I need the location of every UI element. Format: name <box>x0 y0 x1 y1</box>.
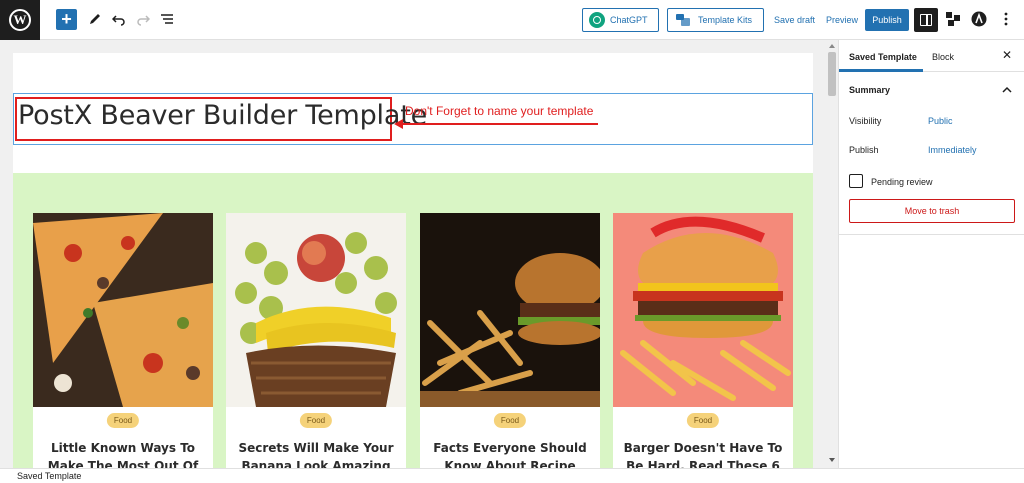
publish-button[interactable]: Publish <box>865 9 909 31</box>
category-badge[interactable]: Food <box>493 413 527 428</box>
scroll-thumb[interactable] <box>828 52 836 96</box>
visibility-value[interactable]: Public <box>928 116 953 126</box>
template-kits-label: Template Kits <box>698 15 753 25</box>
settings-sidebar-button[interactable] <box>914 8 938 32</box>
close-icon[interactable]: ✕ <box>1001 49 1013 61</box>
scroll-down-arrow-icon[interactable] <box>829 458 835 462</box>
blocks-plugin-icon[interactable] <box>944 10 962 28</box>
post-title[interactable]: Barger Doesn't Have To Be Hard. Read The… <box>621 439 785 468</box>
post-grid-section: Food Little Known Ways To Make The Most … <box>13 173 813 468</box>
post-card[interactable]: Food Little Known Ways To Make The Most … <box>33 213 213 468</box>
document-overview-icon[interactable] <box>158 10 176 28</box>
move-to-trash-button[interactable]: Move to trash <box>849 199 1015 223</box>
redo-icon[interactable] <box>134 10 152 28</box>
template-kits-button[interactable]: Template Kits <box>667 8 764 32</box>
pending-review-checkbox[interactable] <box>849 174 863 188</box>
template-kits-icon <box>676 14 690 26</box>
tab-saved-template[interactable]: Saved Template <box>849 52 917 62</box>
editor-toolbar: W + ChatGPT Template Kits Save draft Pre… <box>0 0 1024 40</box>
tab-block[interactable]: Block <box>932 52 954 62</box>
chatgpt-label: ChatGPT <box>610 15 648 25</box>
annotation-text: Don't Forget to name your template <box>405 104 594 118</box>
post-card[interactable]: Food Barger Doesn't Have To Be Hard. Rea… <box>613 213 793 468</box>
canvas-scrollbar[interactable] <box>826 40 838 468</box>
post-title[interactable]: Little Known Ways To Make The Most Out O… <box>41 439 205 468</box>
sidebar-toggle-icon <box>920 14 932 26</box>
pizza-image <box>33 213 213 407</box>
summary-heading[interactable]: Summary <box>849 85 890 95</box>
template-title[interactable]: PostX Beaver Builder Template <box>18 100 427 131</box>
pending-review-label[interactable]: Pending review <box>871 177 933 187</box>
chatgpt-button[interactable]: ChatGPT <box>582 8 659 32</box>
template-page: PostX Beaver Builder Template Don't Forg… <box>13 53 813 468</box>
publish-date-value[interactable]: Immediately <box>928 145 977 155</box>
annotation-arrow <box>402 123 598 125</box>
category-badge[interactable]: Food <box>299 413 333 428</box>
category-badge[interactable]: Food <box>686 413 720 428</box>
post-card[interactable]: Food Facts Everyone Should Know About Re… <box>420 213 600 468</box>
burger-image <box>613 213 793 407</box>
wordpress-logo-button[interactable]: W <box>0 0 40 40</box>
save-draft-button[interactable]: Save draft <box>774 15 815 25</box>
category-badge[interactable]: Food <box>106 413 140 428</box>
tools-pencil-icon[interactable] <box>86 10 104 28</box>
fruit-basket-image <box>226 213 406 407</box>
sidebar-tabs: Saved Template Block ✕ <box>839 40 1024 72</box>
editor-footer: Saved Template <box>0 468 1024 483</box>
undo-icon[interactable] <box>110 10 128 28</box>
chatgpt-icon <box>589 12 605 28</box>
chevron-up-icon[interactable] <box>1001 84 1013 96</box>
astra-icon[interactable] <box>970 10 988 28</box>
annotation-arrow-head <box>394 119 403 129</box>
post-title[interactable]: Secrets Will Make Your Banana Look Amazi… <box>234 439 398 468</box>
burger-fries-image <box>420 213 600 407</box>
title-block[interactable]: PostX Beaver Builder Template Don't Forg… <box>13 93 813 145</box>
post-title[interactable]: Facts Everyone Should Know About Recipe … <box>428 439 592 468</box>
add-block-button[interactable]: + <box>56 9 77 30</box>
publish-label: Publish <box>849 145 879 155</box>
wordpress-icon: W <box>9 9 31 31</box>
scroll-up-arrow-icon[interactable] <box>829 44 835 48</box>
settings-sidebar: Saved Template Block ✕ Summary Visibilit… <box>838 40 1024 468</box>
more-options-icon[interactable] <box>997 10 1015 28</box>
preview-button[interactable]: Preview <box>826 15 858 25</box>
visibility-label: Visibility <box>849 116 882 126</box>
breadcrumb[interactable]: Saved Template <box>17 471 81 481</box>
active-tab-indicator <box>839 69 923 72</box>
divider <box>839 234 1024 235</box>
post-card[interactable]: Food Secrets Will Make Your Banana Look … <box>226 213 406 468</box>
